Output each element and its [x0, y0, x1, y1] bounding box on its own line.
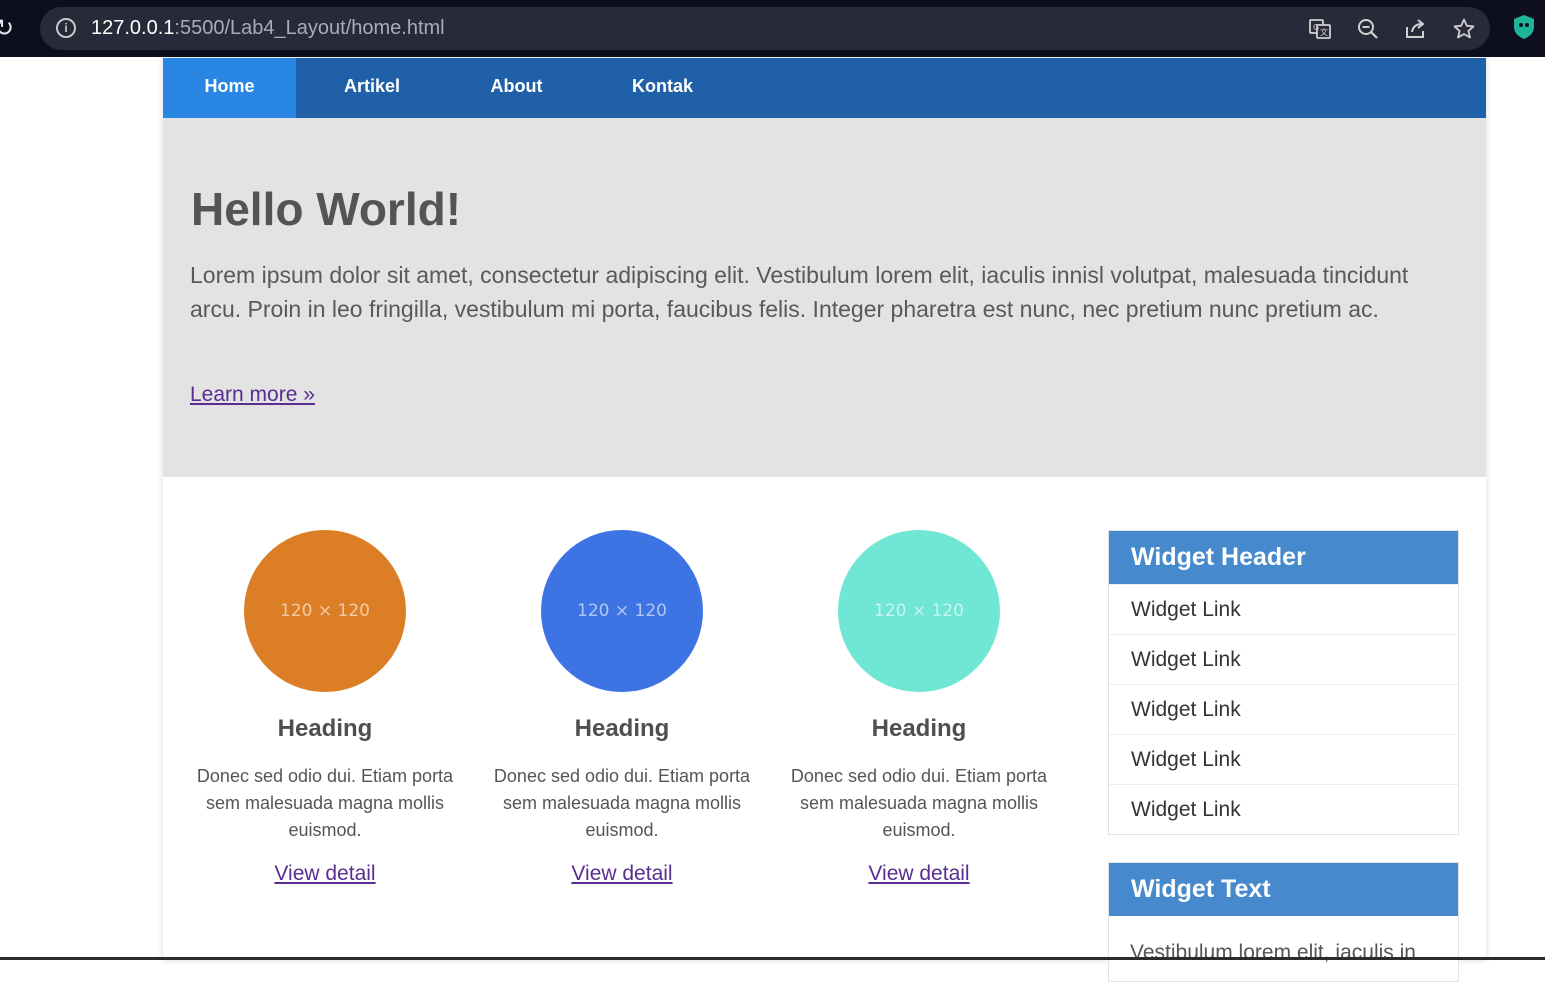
widget-text: Widget Text Vestibulum lorem elit, iacul… — [1108, 862, 1459, 982]
nav-kontak[interactable]: Kontak — [585, 58, 740, 118]
widget-link[interactable]: Widget Link — [1109, 734, 1458, 784]
translate-icon[interactable]: G文 — [1308, 17, 1332, 41]
nav-home[interactable]: Home — [163, 58, 296, 118]
widget-text-header: Widget Text — [1109, 863, 1458, 916]
view-detail-link[interactable]: View detail — [571, 862, 672, 886]
url-text[interactable]: 127.0.0.1:5500/Lab4_Layout/home.html — [91, 17, 445, 40]
view-detail-link[interactable]: View detail — [868, 862, 969, 886]
feature-card: 120 × 120 Heading Donec sed odio dui. Et… — [185, 530, 465, 886]
address-bar[interactable]: i 127.0.0.1:5500/Lab4_Layout/home.html G… — [40, 7, 1490, 50]
card-heading: Heading — [277, 715, 373, 742]
card-text: Donec sed odio dui. Etiam porta sem male… — [196, 766, 454, 840]
share-icon[interactable] — [1404, 17, 1428, 41]
widget-links: Widget Header Widget Link Widget Link Wi… — [1108, 530, 1459, 835]
svg-text:G: G — [1313, 23, 1319, 32]
widget-header: Widget Header — [1109, 531, 1458, 584]
widget-link[interactable]: Widget Link — [1109, 584, 1458, 634]
widget-link[interactable]: Widget Link — [1109, 634, 1458, 684]
card-heading: Heading — [574, 715, 670, 742]
hero-section: Hello World! Lorem ipsum dolor sit amet,… — [163, 118, 1486, 477]
nav-about[interactable]: About — [448, 58, 585, 118]
widget-link[interactable]: Widget Link — [1109, 684, 1458, 734]
url-path: :5500/Lab4_Layout/home.html — [174, 17, 445, 39]
placeholder-image: 120 × 120 — [244, 530, 406, 692]
svg-text:文: 文 — [1320, 27, 1328, 37]
card-heading: Heading — [871, 715, 967, 742]
view-detail-link[interactable]: View detail — [274, 862, 375, 886]
card-text: Donec sed odio dui. Etiam porta sem male… — [493, 766, 751, 840]
feature-card: 120 × 120 Heading Donec sed odio dui. Et… — [482, 530, 762, 886]
card-text: Donec sed odio dui. Etiam porta sem male… — [790, 766, 1048, 840]
widget-link[interactable]: Widget Link — [1109, 784, 1458, 834]
extension-icon[interactable] — [1513, 14, 1535, 40]
url-host: 127.0.0.1 — [91, 17, 175, 39]
browser-toolbar: ↻ i 127.0.0.1:5500/Lab4_Layout/home.html… — [0, 0, 1545, 57]
zoom-out-icon[interactable] — [1356, 17, 1380, 41]
page-container: Home Artikel About Kontak Hello World! L… — [163, 58, 1486, 982]
placeholder-image: 120 × 120 — [541, 530, 703, 692]
placeholder-image: 120 × 120 — [838, 530, 1000, 692]
info-icon[interactable]: i — [56, 18, 76, 38]
navbar: Home Artikel About Kontak — [163, 58, 1486, 118]
feature-card: 120 × 120 Heading Donec sed odio dui. Et… — [779, 530, 1059, 886]
hero-text: Lorem ipsum dolor sit amet, consectetur … — [190, 262, 1409, 322]
widget-text-body: Vestibulum lorem elit, iaculis in — [1130, 941, 1416, 964]
nav-artikel[interactable]: Artikel — [296, 58, 448, 118]
reload-icon[interactable]: ↻ — [0, 14, 20, 42]
star-icon[interactable] — [1452, 17, 1476, 41]
learn-more-link[interactable]: Learn more » — [190, 383, 315, 407]
hero-title: Hello World! — [191, 183, 462, 235]
